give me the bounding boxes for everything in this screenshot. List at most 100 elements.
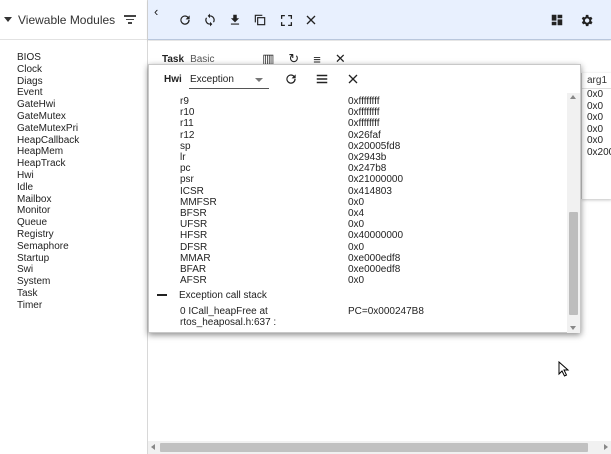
register-value: 0x20005fd8 bbox=[348, 140, 401, 152]
module-item-heaptrack[interactable]: HeapTrack bbox=[17, 158, 147, 170]
scrollbar-thumb[interactable] bbox=[160, 443, 588, 452]
register-row: psr 0x21000000 bbox=[149, 174, 567, 185]
register-row: r9 0xffffffff bbox=[149, 96, 567, 107]
menu-icon[interactable] bbox=[314, 71, 330, 87]
module-item-heapcallback[interactable]: HeapCallback bbox=[17, 135, 147, 147]
scroll-up-icon[interactable] bbox=[570, 95, 576, 99]
arg-column-header[interactable]: arg1 bbox=[582, 73, 611, 89]
call-stack-frame-location: rtos_heaposal.h:637 : bbox=[180, 317, 277, 328]
register-value: 0x2943b bbox=[348, 152, 387, 163]
module-item-queue[interactable]: Queue bbox=[17, 217, 147, 229]
arg-cell: 0x0 bbox=[587, 89, 604, 100]
register-row: BFAR 0xe000edf8 bbox=[149, 264, 567, 275]
refresh-icon[interactable] bbox=[177, 12, 193, 28]
scrollbar-thumb[interactable] bbox=[569, 212, 578, 315]
collapse-icon[interactable] bbox=[157, 294, 167, 296]
gear-icon[interactable] bbox=[578, 12, 594, 28]
mouse-pointer-icon bbox=[558, 361, 570, 377]
register-value: 0x247b8 bbox=[348, 163, 387, 175]
dashboard-icon[interactable] bbox=[549, 12, 565, 28]
register-row: BFSR 0x4 bbox=[149, 208, 567, 219]
chevron-down-icon bbox=[255, 78, 263, 82]
register-row: r10 0xffffffff bbox=[149, 107, 567, 118]
register-row: MMAR 0xe000edf8 bbox=[149, 253, 567, 264]
register-name: DFSR bbox=[180, 241, 208, 253]
register-value: 0x0 bbox=[348, 275, 365, 287]
copy-icon[interactable] bbox=[252, 12, 268, 28]
vertical-scrollbar[interactable] bbox=[567, 93, 580, 333]
arg-cell: 0x0 bbox=[587, 123, 604, 135]
module-item-idle[interactable]: Idle bbox=[17, 182, 147, 194]
register-name: BFSR bbox=[180, 208, 207, 219]
module-item-heapmem[interactable]: HeapMem bbox=[17, 146, 147, 158]
arg-cell: 0x0 bbox=[587, 135, 604, 147]
register-value: 0xffffffff bbox=[348, 96, 380, 107]
module-item-clock[interactable]: Clock bbox=[17, 64, 147, 76]
scroll-right-icon[interactable] bbox=[604, 444, 608, 450]
module-item-swi[interactable]: Swi bbox=[17, 264, 147, 276]
module-item-registry[interactable]: Registry bbox=[17, 229, 147, 241]
module-item-system[interactable]: System bbox=[17, 276, 147, 288]
module-item-mailbox[interactable]: Mailbox bbox=[17, 194, 147, 206]
register-name: psr bbox=[180, 174, 194, 186]
module-item-monitor[interactable]: Monitor bbox=[17, 205, 147, 217]
sidebar-header[interactable]: Viewable Modules bbox=[0, 0, 147, 40]
filter-icon[interactable] bbox=[124, 15, 137, 24]
hwi-view-value: Exception bbox=[190, 74, 234, 85]
task-view-select[interactable]: Basic bbox=[190, 54, 248, 65]
scroll-left-icon[interactable] bbox=[151, 444, 155, 450]
caret-down-icon[interactable] bbox=[4, 17, 12, 22]
register-name: ICSR bbox=[180, 185, 204, 197]
register-name: r9 bbox=[180, 96, 189, 107]
main-toolbar: ‹ bbox=[148, 0, 611, 40]
horizontal-scrollbar[interactable] bbox=[148, 441, 611, 454]
module-item-event[interactable]: Event bbox=[17, 87, 147, 99]
register-row: pc 0x247b8 bbox=[149, 163, 567, 174]
hwi-view-select[interactable]: Exception bbox=[189, 71, 269, 89]
hwi-panel-label: Hwi bbox=[164, 74, 182, 85]
call-stack-header[interactable]: Exception call stack bbox=[157, 289, 267, 301]
close-icon[interactable] bbox=[303, 12, 319, 28]
register-name: MMAR bbox=[180, 252, 211, 264]
call-stack-pc: PC=0x000247B8 bbox=[348, 306, 424, 317]
register-name: AFSR bbox=[180, 275, 207, 287]
register-value: 0x0 bbox=[348, 196, 365, 208]
scroll-down-icon[interactable] bbox=[570, 326, 576, 330]
register-list: r9 0xffffffff r10 0xffffffff r11 0xffffffff r1… bbox=[149, 93, 567, 333]
module-item-semaphore[interactable]: Semaphore bbox=[17, 241, 147, 253]
register-row: ICSR 0x414803 bbox=[149, 186, 567, 197]
register-value: 0x414803 bbox=[348, 185, 392, 197]
close-icon[interactable] bbox=[345, 71, 361, 87]
register-row: r12 0x26faf bbox=[149, 130, 567, 141]
register-value: 0x26faf bbox=[348, 129, 381, 141]
module-item-gatehwi[interactable]: GateHwi bbox=[17, 99, 147, 111]
register-name: lr bbox=[180, 152, 186, 163]
register-row: UFSR 0x0 bbox=[149, 219, 567, 230]
module-item-timer[interactable]: Timer bbox=[17, 300, 147, 312]
module-item-gatemutex[interactable]: GateMutex bbox=[17, 111, 147, 123]
register-value: 0x0 bbox=[348, 241, 365, 253]
chevron-left-icon[interactable]: ‹ bbox=[154, 4, 158, 19]
module-item-task[interactable]: Task bbox=[17, 288, 147, 300]
arg-cell: 0x0 bbox=[587, 112, 604, 124]
task-arg-column: arg1 0x00x00x00x00x00x200 bbox=[581, 73, 611, 199]
download-icon[interactable] bbox=[227, 12, 243, 28]
module-item-gatemutexpri[interactable]: GateMutexPri bbox=[17, 123, 147, 135]
refresh-icon[interactable] bbox=[283, 71, 299, 87]
module-item-bios[interactable]: BIOS bbox=[17, 52, 147, 64]
task-panel-label: Task bbox=[162, 53, 185, 65]
fullscreen-icon[interactable] bbox=[278, 12, 294, 28]
register-value: 0x4 bbox=[348, 208, 365, 219]
register-value: 0xffffffff bbox=[348, 107, 380, 119]
call-stack-frame-function: 0 ICall_heapFree at bbox=[180, 306, 268, 317]
module-item-hwi[interactable]: Hwi bbox=[17, 170, 147, 182]
sync-icon[interactable] bbox=[202, 12, 218, 28]
sidebar-title: Viewable Modules bbox=[18, 12, 116, 27]
register-value: 0x40000000 bbox=[348, 230, 404, 242]
module-item-diags[interactable]: Diags bbox=[17, 76, 147, 88]
register-row: AFSR 0x0 bbox=[149, 275, 567, 286]
register-row: DFSR 0x0 bbox=[149, 242, 567, 253]
register-name: r10 bbox=[180, 107, 195, 119]
module-item-startup[interactable]: Startup bbox=[17, 253, 147, 265]
register-value: 0xe000edf8 bbox=[348, 252, 401, 264]
